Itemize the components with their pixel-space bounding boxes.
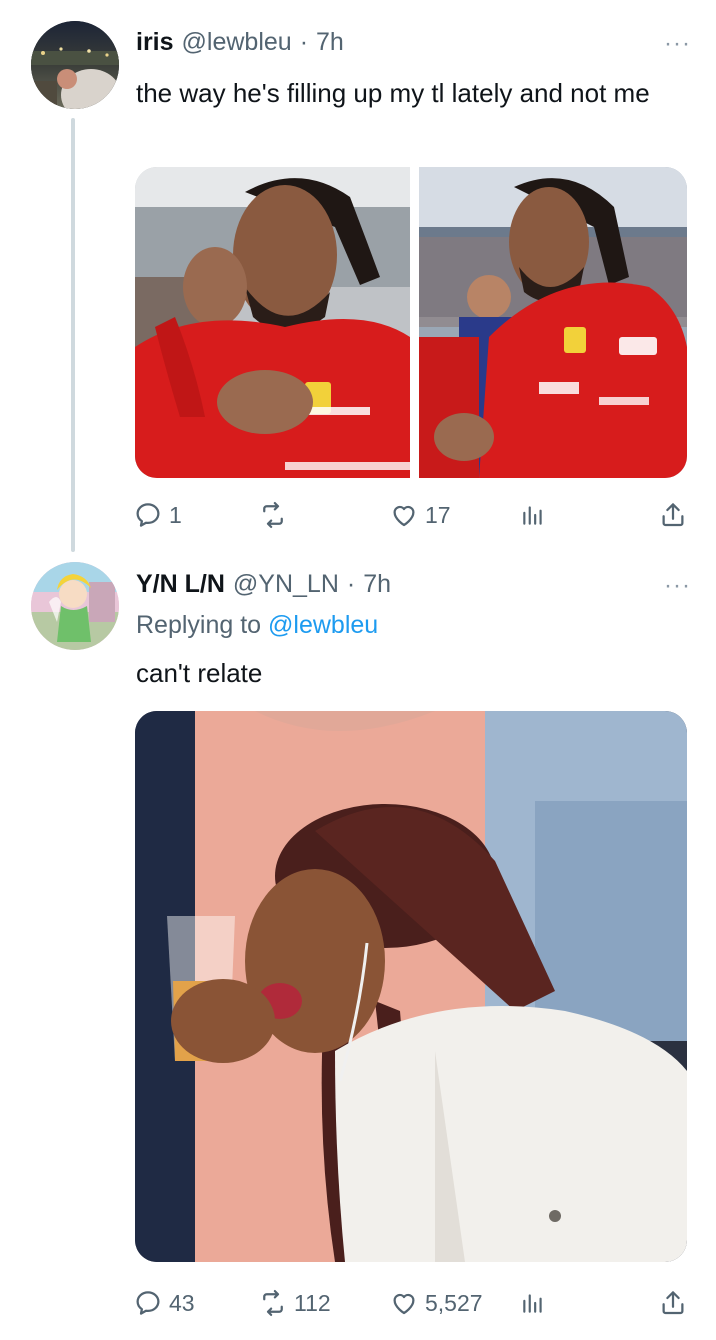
display-name[interactable]: iris — [136, 28, 174, 57]
like-button[interactable]: 5,527 — [389, 1288, 483, 1318]
reply-icon — [136, 1291, 160, 1315]
analytics-button[interactable] — [520, 1290, 546, 1316]
share-icon — [662, 1291, 684, 1315]
photo-reaction[interactable] — [135, 711, 687, 1262]
analytics-icon — [523, 506, 542, 525]
handle[interactable]: @lewbleu — [182, 28, 292, 57]
avatar-cartoon — [31, 562, 119, 650]
replying-to-prefix: Replying to — [136, 611, 262, 639]
reply-button[interactable]: 1 — [133, 500, 182, 530]
tweet-text: the way he's filling up my tl lately and… — [136, 78, 650, 108]
more-options-icon[interactable]: ··· — [664, 572, 691, 600]
display-name[interactable]: Y/N L/N — [136, 570, 225, 599]
like-icon — [393, 1293, 415, 1315]
thread-line — [71, 118, 75, 552]
replying-to-handle[interactable]: @lewbleu — [268, 611, 378, 639]
reply-text: can't relate — [136, 658, 263, 688]
tweet-header: iris @lewbleu · 7h — [136, 28, 344, 57]
reply-icon — [136, 503, 160, 527]
reply-button[interactable]: 43 — [133, 1288, 195, 1318]
share-button[interactable] — [658, 1288, 688, 1318]
reply-media[interactable] — [135, 711, 687, 1262]
reply-header: Y/N L/N @YN_LN · 7h — [136, 570, 391, 599]
avatar-yn[interactable] — [31, 562, 119, 650]
avatar-photo — [31, 21, 119, 109]
tweet-media[interactable] — [135, 167, 687, 478]
handle[interactable]: @YN_LN — [233, 570, 339, 599]
retweet-icon — [263, 1290, 283, 1316]
share-icon — [662, 503, 684, 527]
retweet-icon — [263, 502, 283, 528]
like-count: 5,527 — [425, 1289, 483, 1316]
analytics-button[interactable] — [520, 502, 546, 528]
like-icon — [393, 505, 415, 527]
like-button[interactable]: 17 — [389, 500, 451, 530]
reply-count: 1 — [169, 501, 182, 528]
timestamp[interactable]: 7h — [363, 570, 391, 599]
avatar-iris[interactable] — [31, 21, 119, 109]
photo-left[interactable] — [135, 167, 410, 478]
more-options-icon[interactable]: ··· — [664, 30, 691, 58]
retweet-button[interactable] — [258, 500, 294, 530]
analytics-icon — [523, 1294, 542, 1313]
timestamp[interactable]: 7h — [316, 28, 344, 57]
photo-right[interactable] — [419, 167, 687, 478]
share-button[interactable] — [658, 500, 688, 530]
retweet-button[interactable]: 112 — [258, 1288, 331, 1318]
retweet-count: 112 — [294, 1289, 331, 1316]
like-count: 17 — [425, 501, 451, 528]
reply-count: 43 — [169, 1289, 195, 1316]
separator: · — [299, 28, 309, 56]
separator: · — [346, 570, 356, 598]
replying-to: Replying to @lewbleu — [136, 611, 378, 640]
